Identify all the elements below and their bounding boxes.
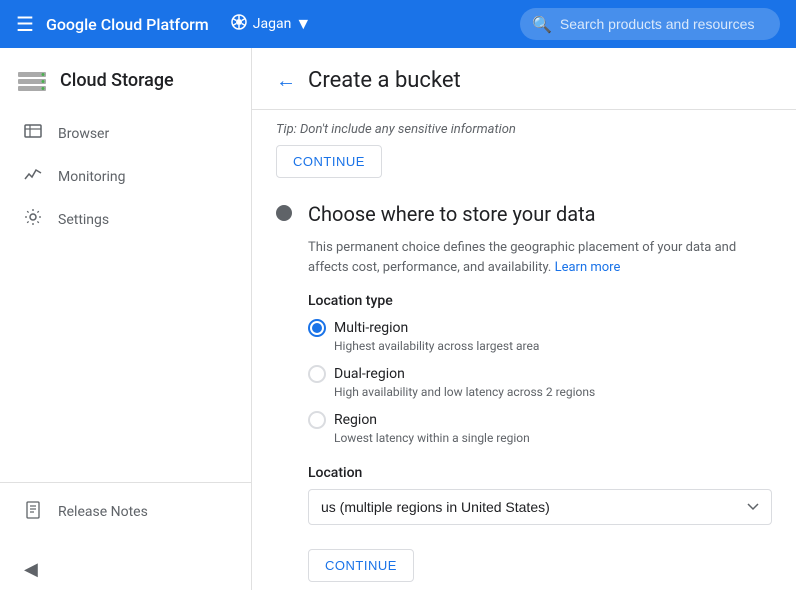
- main-content: ← Create a bucket Tip: Don't include any…: [252, 48, 796, 590]
- radio-multi-region[interactable]: [308, 319, 326, 337]
- sidebar-item-monitoring-label: Monitoring: [58, 169, 126, 185]
- top-bar: ☰ Google Cloud Platform Jagan ▼ 🔍: [0, 0, 796, 48]
- cloud-storage-icon: [16, 64, 48, 96]
- sidebar-item-monitoring[interactable]: Monitoring: [0, 155, 251, 198]
- page-header: ← Create a bucket: [252, 48, 796, 110]
- continue-button-bottom[interactable]: CONTINUE: [308, 549, 414, 582]
- back-button[interactable]: ←: [276, 68, 296, 93]
- sidebar-collapse-button[interactable]: ◀: [0, 549, 251, 590]
- tip-text: Tip: Don't include any sensitive informa…: [276, 110, 772, 145]
- radio-row-dual-region[interactable]: Dual-region: [308, 365, 772, 383]
- main-layout: Cloud Storage Browser: [0, 48, 796, 590]
- radio-label-dual-region: Dual-region: [334, 366, 405, 382]
- sidebar-item-browser-label: Browser: [58, 126, 109, 142]
- search-icon: 🔍: [532, 15, 552, 34]
- radio-desc-dual-region: High availability and low latency across…: [334, 385, 772, 399]
- sidebar-item-release-notes[interactable]: Release Notes: [24, 491, 227, 533]
- app-title: Google Cloud Platform: [46, 15, 209, 34]
- browser-icon: [24, 122, 42, 145]
- sidebar-header: Cloud Storage: [0, 48, 251, 104]
- collapse-icon: ◀: [24, 559, 38, 580]
- section-title: Choose where to store your data: [308, 202, 772, 226]
- sidebar-item-settings[interactable]: Settings: [0, 198, 251, 241]
- project-name: Jagan: [253, 16, 292, 32]
- learn-more-link[interactable]: Learn more: [555, 260, 621, 275]
- release-notes-icon: [24, 501, 42, 523]
- release-notes-label: Release Notes: [58, 504, 148, 520]
- sidebar-bottom: Release Notes: [0, 482, 251, 549]
- radio-label-region: Region: [334, 412, 377, 428]
- radio-row-multi-region[interactable]: Multi-region: [308, 319, 772, 337]
- sidebar-title: Cloud Storage: [60, 70, 174, 91]
- project-icon: [229, 12, 249, 37]
- radio-region[interactable]: [308, 411, 326, 429]
- search-input[interactable]: [560, 16, 760, 32]
- location-heading: Location: [308, 465, 772, 481]
- section-body: Choose where to store your data This per…: [308, 202, 772, 582]
- location-section: Choose where to store your data This per…: [276, 202, 772, 582]
- radio-option-multi-region: Multi-region Highest availability across…: [308, 319, 772, 353]
- continue-section-bottom: CONTINUE: [308, 549, 772, 582]
- radio-desc-region: Lowest latency within a single region: [334, 431, 772, 445]
- section-description: This permanent choice defines the geogra…: [308, 238, 772, 277]
- monitoring-icon: [24, 165, 42, 188]
- sidebar-nav: Browser Monitoring Settings: [0, 104, 251, 297]
- location-type-heading: Location type: [308, 293, 772, 309]
- content-body: Tip: Don't include any sensitive informa…: [252, 110, 796, 590]
- project-selector[interactable]: Jagan ▼: [229, 12, 311, 37]
- radio-row-region[interactable]: Region: [308, 411, 772, 429]
- radio-option-region: Region Lowest latency within a single re…: [308, 411, 772, 445]
- sidebar: Cloud Storage Browser: [0, 48, 252, 590]
- radio-desc-multi-region: Highest availability across largest area: [334, 339, 772, 353]
- settings-icon: [24, 208, 42, 231]
- sidebar-item-browser[interactable]: Browser: [0, 112, 251, 155]
- page-title: Create a bucket: [308, 68, 461, 93]
- project-dropdown-icon: ▼: [295, 14, 311, 34]
- menu-icon[interactable]: ☰: [16, 12, 34, 36]
- step-dot: [276, 205, 292, 221]
- radio-option-dual-region: Dual-region High availability and low la…: [308, 365, 772, 399]
- continue-button-top[interactable]: CONTINUE: [276, 145, 382, 178]
- location-dropdown[interactable]: us (multiple regions in United States)eu…: [308, 489, 772, 525]
- radio-label-multi-region: Multi-region: [334, 320, 408, 336]
- radio-dual-region[interactable]: [308, 365, 326, 383]
- sidebar-item-settings-label: Settings: [58, 212, 109, 228]
- search-bar[interactable]: 🔍: [520, 8, 780, 40]
- section-step: Choose where to store your data This per…: [276, 202, 772, 582]
